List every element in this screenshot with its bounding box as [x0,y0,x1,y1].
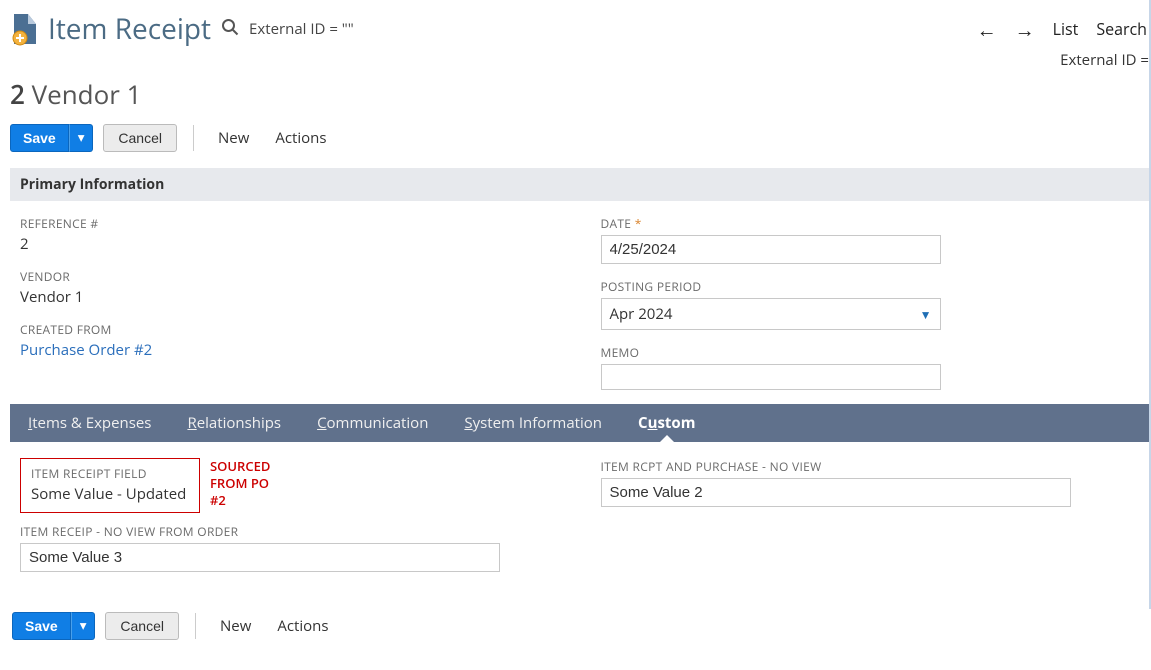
created-from-link[interactable]: Purchase Order #2 [20,340,152,360]
created-from-label: CREATED FROM [20,321,561,338]
new-button-bottom[interactable]: New [212,612,259,640]
memo-field: MEMO [601,344,1142,390]
vendor-label: VENDOR [20,268,561,285]
save-button[interactable]: Save [10,124,69,152]
callout-annotation: SOURCED FROM PO #2 [210,458,270,509]
tab-items-expenses[interactable]: Items & Expenses [10,404,169,442]
memo-label: MEMO [601,344,1142,361]
save-split-button-bottom: Save ▾ [12,612,95,640]
filter-text: External ID = "" [249,19,354,39]
record-vendor-name: Vendor 1 [32,76,142,112]
item-rcpt-purchase-noview-field: ITEM RCPT AND PURCHASE - NO VIEW [601,458,1142,507]
search-link[interactable]: Search [1096,18,1147,40]
item-receipt-icon [10,12,38,46]
posting-period-label: POSTING PERIOD [601,278,1142,295]
item-receip-no-view-label: ITEM RECEIP - NO VIEW FROM ORDER [20,523,561,540]
date-field: DATE [601,215,1142,264]
date-label: DATE [601,215,1142,232]
save-button-bottom[interactable]: Save [12,612,71,640]
item-receip-no-view-field: ITEM RECEIP - NO VIEW FROM ORDER [20,523,561,572]
prev-arrow-icon[interactable]: ← [977,16,997,43]
memo-input[interactable] [601,364,941,390]
external-id-summary: External ID = [10,50,1151,70]
reference-field: REFERENCE # 2 [20,215,561,254]
list-link[interactable]: List [1053,18,1079,40]
tab-system-information[interactable]: System Information [446,404,620,442]
divider [193,125,194,151]
posting-period-select[interactable]: Apr 2024 ▼ [601,298,941,330]
tab-custom[interactable]: Custom [620,404,713,442]
next-arrow-icon[interactable]: → [1015,16,1035,43]
posting-period-field: POSTING PERIOD Apr 2024 ▼ [601,278,1142,330]
item-receipt-field-callout: ITEM RECEIPT FIELD Some Value - Updated [20,458,200,513]
actions-button[interactable]: Actions [267,124,334,152]
posting-period-value: Apr 2024 [610,304,673,324]
item-receipt-field-label: ITEM RECEIPT FIELD [31,465,189,482]
primary-information-header: Primary Information [10,168,1151,201]
save-split-button: Save ▾ [10,124,93,152]
created-from-field: CREATED FROM Purchase Order #2 [20,321,561,360]
cancel-button-bottom[interactable]: Cancel [105,612,179,640]
tab-bar: Items & Expenses Relationships Communica… [10,404,1151,442]
tab-relationships[interactable]: Relationships [169,404,299,442]
divider [195,613,196,639]
bottom-button-bar: Save ▾ Cancel New Actions [10,612,1151,640]
search-icon[interactable] [221,18,239,41]
record-subtitle: 2 Vendor 1 [10,76,1151,112]
save-dropdown-caret-bottom[interactable]: ▾ [71,612,96,640]
item-receipt-field-value: Some Value - Updated [31,484,189,504]
item-rcpt-purchase-noview-input[interactable] [601,478,1071,507]
save-dropdown-caret[interactable]: ▾ [69,124,94,152]
new-button[interactable]: New [210,124,257,152]
item-receip-no-view-input[interactable] [20,543,500,572]
reference-value: 2 [20,234,561,254]
chevron-down-icon: ▼ [920,306,932,323]
date-input[interactable] [601,235,941,264]
tab-communication[interactable]: Communication [299,404,446,442]
actions-button-bottom[interactable]: Actions [269,612,336,640]
vendor-value: Vendor 1 [20,287,561,307]
vendor-field: VENDOR Vendor 1 [20,268,561,307]
cancel-button[interactable]: Cancel [103,124,177,152]
page-title: Item Receipt [48,10,211,48]
reference-label: REFERENCE # [20,215,561,232]
top-button-bar: Save ▾ Cancel New Actions [10,124,1151,152]
record-number: 2 [10,76,25,112]
item-rcpt-purchase-noview-label: ITEM RCPT AND PURCHASE - NO VIEW [601,458,1142,475]
